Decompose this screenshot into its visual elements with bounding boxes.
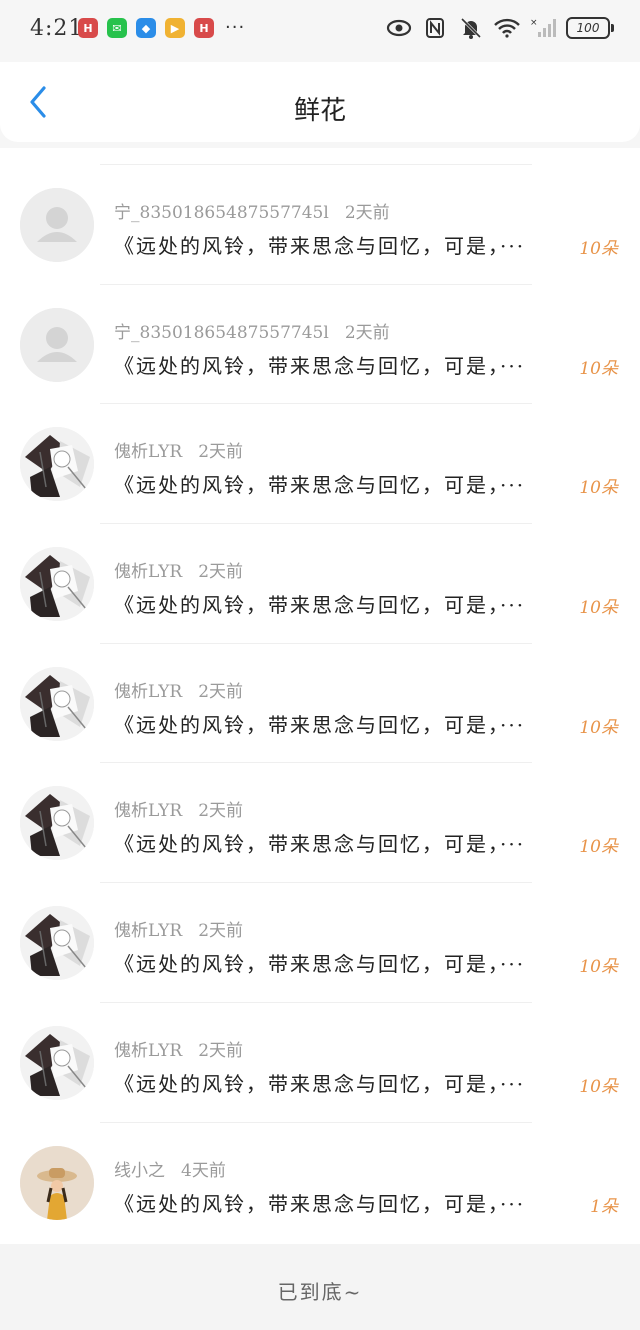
avatar[interactable] [20,906,94,981]
sent-time: 2天前 [344,322,390,343]
divider [100,403,532,405]
sender-name[interactable]: 傀析LYR [114,442,182,462]
flower-count: 10朵 [579,1076,618,1097]
svg-text:×: × [530,18,538,28]
list-item[interactable]: 线小之 4天前《远处的风铃，带来思念与回忆，可是，··· 1朵 [0,1106,640,1226]
item-meta: 傀析LYR 2天前 [114,677,243,702]
sent-time: 2天前 [198,1040,244,1061]
message-preview[interactable]: 《远处的风铃，带来思念与回忆，可是，··· [114,709,574,738]
sent-time: 2天前 [198,562,244,583]
list-item[interactable]: 宁_83501865487557745l 2天前《远处的风铃，带来思念与回忆，可是… [0,148,640,268]
message-preview[interactable]: 《远处的风铃，带来思念与回忆，可是，··· [114,589,574,618]
system-icons: × 100 [386,16,614,40]
flower-count: 10朵 [579,717,618,738]
avatar[interactable] [20,427,94,502]
video-app-icon: ▶ [165,18,185,38]
list-end-footer: 已到底~ [0,1244,640,1330]
divider [100,642,532,644]
avatar[interactable] [20,786,94,861]
battery-icon: 100 [566,17,614,39]
list-item[interactable]: 傀析LYR 2天前《远处的风铃，带来思念与回忆，可是，··· 10朵 [0,387,640,507]
flower-count: 10朵 [579,358,618,379]
item-meta: 傀析LYR 2天前 [114,796,243,821]
signal-icon: × [530,16,556,40]
blue-app-icon: ◆ [136,18,156,38]
sent-time: 2天前 [344,203,390,223]
avatar[interactable] [20,666,94,741]
avatar[interactable] [20,188,94,262]
list-item[interactable]: 傀析LYR 2天前《远处的风铃，带来思念与回忆，可是，··· 10朵 [0,627,640,747]
sender-name[interactable]: 傀析LYR [114,562,182,582]
sent-time: 2天前 [198,921,244,942]
huawei-app-icon-2: H [194,18,214,38]
item-meta: 宁_83501865487557745l 2天前 [114,318,390,343]
wifi-icon [494,16,520,40]
more-notifications-icon: ··· [225,17,246,38]
divider [100,283,532,285]
list-item[interactable]: 宁_83501865487557745l 2天前《远处的风铃，带来思念与回忆，可是… [0,268,640,388]
mute-bell-icon [458,16,484,40]
nfc-icon [422,16,448,40]
header: 鲜花 [0,62,640,142]
status-time: 4:21 [30,16,84,41]
divider [100,882,532,884]
sender-name[interactable]: 傀析LYR [114,682,182,702]
flower-count: 1朵 [590,1196,618,1217]
list-item[interactable]: 傀析LYR 2天前《远处的风铃，带来思念与回忆，可是，··· 10朵 [0,746,640,866]
sent-time: 2天前 [198,681,244,702]
message-preview[interactable]: 《远处的风铃，带来思念与回忆，可是，··· [114,948,574,977]
page-title: 鲜花 [293,96,346,126]
list-item[interactable]: 傀析LYR 2天前《远处的风铃，带来思念与回忆，可是，··· 10朵 [0,507,640,627]
item-meta: 傀析LYR 2天前 [114,557,243,582]
list-item[interactable]: 傀析LYR 2天前《远处的风铃，带来思念与回忆，可是，··· 10朵 [0,866,640,986]
item-meta: 傀析LYR 2天前 [114,1036,243,1061]
sent-time: 4天前 [181,1160,226,1181]
flower-count: 10朵 [579,598,618,619]
sent-time: 2天前 [198,442,244,463]
divider [100,762,532,764]
flower-count: 10朵 [579,478,618,499]
notification-icons: H ✉ ◆ ▶ H ··· [78,18,245,38]
eye-icon [386,16,412,40]
wechat-icon: ✉ [107,18,127,38]
item-meta: 傀析LYR 2天前 [114,916,243,941]
avatar[interactable] [20,1025,94,1100]
flower-list: 宁_83501865487557745l 2天前 《远处的风铃，带来思念与回忆，可是… [0,148,640,1244]
message-preview[interactable]: 《远处的风铃，带来思念与回忆，可是，··· [114,1188,574,1217]
item-meta: 傀析LYR 2天前 [114,437,243,462]
message-preview[interactable]: 《远处的风铃，带来思念与回忆，可是，··· [114,230,574,259]
end-of-list-text: 已到底~ [277,1280,363,1304]
divider [100,523,532,525]
flower-count: 10朵 [579,837,618,858]
sent-time: 2天前 [198,801,244,822]
sender-name[interactable]: 线小之 [114,1161,165,1181]
sender-name[interactable]: 傀析LYR [114,921,182,941]
divider [100,1121,532,1123]
message-preview[interactable]: 《远处的风铃，带来思念与回忆，可是，··· [114,469,574,498]
avatar[interactable] [20,307,94,382]
sender-name[interactable]: 宁_83501865487557745l [114,323,329,343]
avatar[interactable] [20,547,94,622]
sender-name[interactable]: 宁_83501865487557745l [114,203,329,223]
divider [100,164,532,165]
avatar[interactable] [20,1145,94,1220]
sender-name[interactable]: 傀析LYR [114,801,182,821]
flower-count: 10朵 [579,239,618,259]
huawei-app-icon: H [78,18,98,38]
list-item[interactable]: 傀析LYR 2天前《远处的风铃，带来思念与回忆，可是，··· 10朵 [0,986,640,1106]
message-preview[interactable]: 《远处的风铃，带来思念与回忆，可是，··· [114,1068,574,1097]
item-meta: 线小之 4天前 [114,1156,226,1181]
divider [100,1001,532,1003]
message-preview[interactable]: 《远处的风铃，带来思念与回忆，可是，··· [114,828,574,857]
flower-count: 10朵 [579,957,618,978]
sender-name[interactable]: 傀析LYR [114,1041,182,1061]
status-bar: 4:21 H ✉ ◆ ▶ H ··· × 100 [0,0,640,62]
message-preview[interactable]: 《远处的风铃，带来思念与回忆，可是，··· [114,350,574,379]
item-meta: 宁_83501865487557745l 2天前 [114,198,390,223]
